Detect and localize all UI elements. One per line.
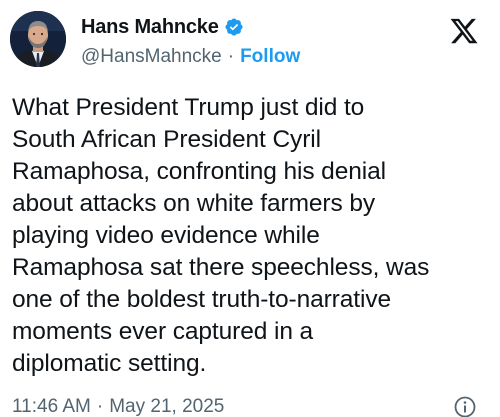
x-logo-icon[interactable] <box>448 16 480 46</box>
handle-row: @HansMahncke · Follow <box>81 46 300 68</box>
tweet-text: What President Trump just did to South A… <box>12 94 430 377</box>
handle-separator: · <box>227 46 235 67</box>
info-icon[interactable] <box>453 395 477 417</box>
display-name[interactable]: Hans Mahncke <box>81 16 219 39</box>
tweet-time[interactable]: 11:46 AM <box>12 396 91 417</box>
profile-photo <box>10 11 66 67</box>
tweet-card: Hans Mahncke @HansMahncke · Follow What … <box>0 0 500 417</box>
tweet-date[interactable]: May 21, 2025 <box>109 396 224 417</box>
follow-button[interactable]: Follow <box>240 46 300 68</box>
tweet-meta: 11:46 AM · May 21, 2025 <box>12 396 224 417</box>
avatar[interactable] <box>10 11 66 67</box>
user-handle[interactable]: @HansMahncke <box>81 46 222 68</box>
meta-separator: · <box>96 396 104 417</box>
verified-badge-icon <box>225 18 243 36</box>
name-row: Hans Mahncke <box>81 14 244 40</box>
